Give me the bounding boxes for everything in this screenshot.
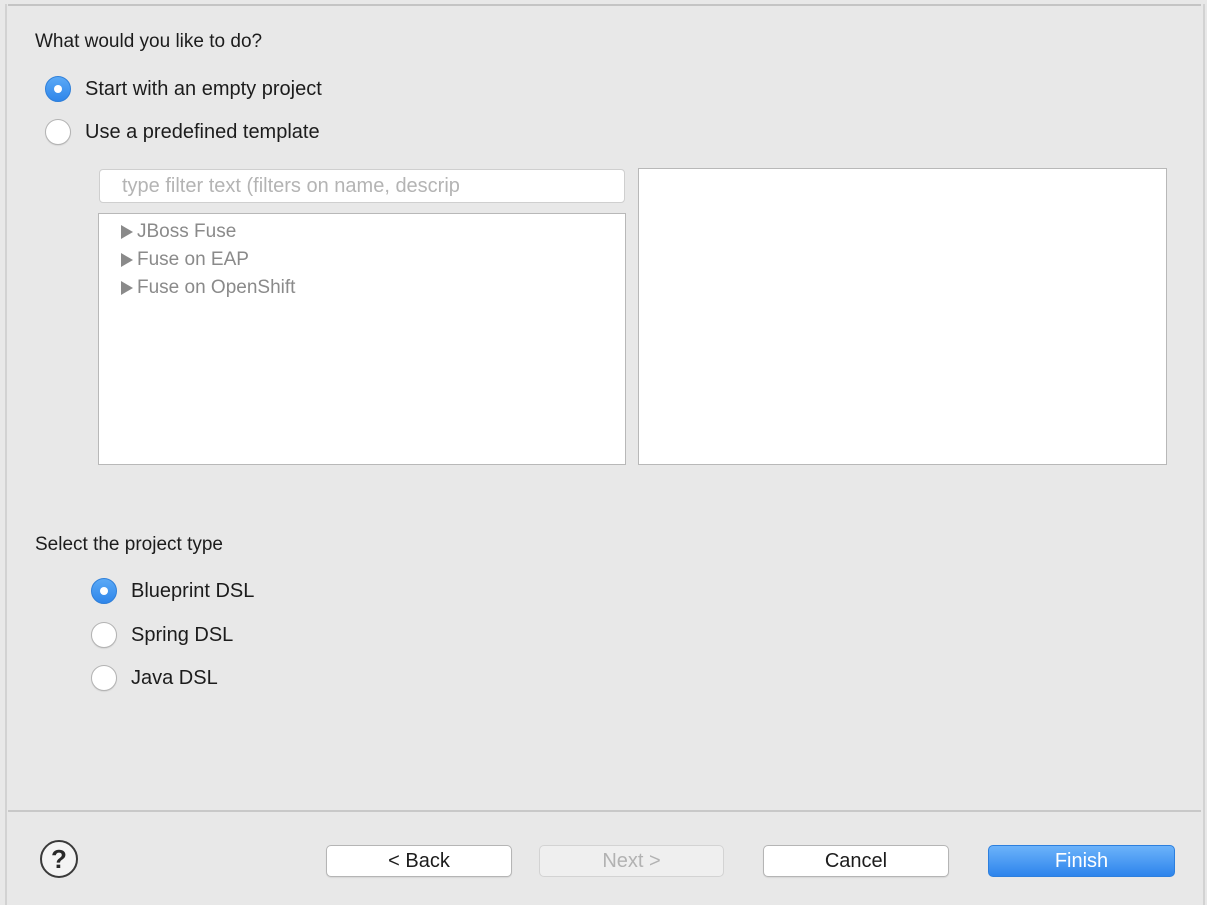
template-label: Use a predefined template [85, 120, 320, 143]
tree-item-fuse-on-eap[interactable]: Fuse on EAP [99, 246, 625, 274]
triangle-right-icon[interactable] [121, 253, 133, 267]
project-type-heading: Select the project type [35, 534, 223, 555]
tree-item-label: JBoss Fuse [137, 221, 237, 242]
template-description-panel [638, 168, 1167, 465]
java-radio[interactable] [91, 665, 117, 691]
options-heading: What would you like to do? [35, 31, 263, 52]
project-type-option-blueprint[interactable]: Blueprint DSL [91, 576, 254, 606]
right-border [1203, 4, 1205, 905]
spring-radio[interactable] [91, 622, 117, 648]
empty-project-option[interactable]: Start with an empty project [45, 74, 322, 104]
left-border [5, 4, 7, 905]
spring-label: Spring DSL [131, 623, 234, 646]
help-icon[interactable]: ? [40, 840, 78, 878]
empty-project-label: Start with an empty project [85, 77, 322, 100]
wizard-page: What would you like to do? Start with an… [0, 0, 1207, 905]
java-label: Java DSL [131, 666, 218, 689]
tree-item-fuse-on-openshift[interactable]: Fuse on OpenShift [99, 274, 625, 302]
back-button[interactable]: < Back [326, 845, 512, 877]
blueprint-radio[interactable] [91, 578, 117, 604]
tree-item-jboss-fuse[interactable]: JBoss Fuse [99, 218, 625, 246]
tree-item-label: Fuse on EAP [137, 249, 249, 270]
triangle-right-icon[interactable] [121, 281, 133, 295]
empty-project-radio[interactable] [45, 76, 71, 102]
top-divider [8, 4, 1201, 6]
footer-divider [8, 810, 1201, 812]
tree-item-label: Fuse on OpenShift [137, 277, 296, 298]
finish-button[interactable]: Finish [988, 845, 1175, 877]
template-filter-input[interactable] [99, 169, 625, 203]
project-type-option-spring[interactable]: Spring DSL [91, 620, 233, 650]
template-option[interactable]: Use a predefined template [45, 117, 320, 147]
blueprint-label: Blueprint DSL [131, 579, 255, 602]
template-tree[interactable]: JBoss Fuse Fuse on EAP Fuse on OpenShift [98, 213, 626, 465]
template-radio[interactable] [45, 119, 71, 145]
triangle-right-icon[interactable] [121, 225, 133, 239]
next-button[interactable]: Next > [539, 845, 724, 877]
project-type-option-java[interactable]: Java DSL [91, 663, 218, 693]
cancel-button[interactable]: Cancel [763, 845, 949, 877]
